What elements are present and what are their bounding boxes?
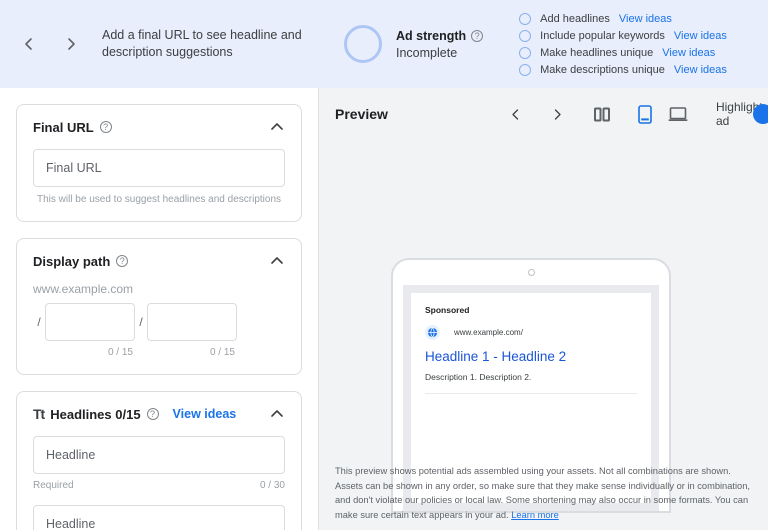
preview-title: Preview — [335, 106, 388, 122]
text-format-icon: Tt — [33, 406, 45, 422]
view-ideas-link[interactable]: View ideas — [619, 13, 672, 25]
preview-next-button[interactable] — [548, 104, 568, 124]
previous-arrow-button[interactable] — [18, 33, 40, 55]
final-url-title: Final URL — [33, 119, 94, 135]
display-path-1-input[interactable] — [45, 303, 135, 341]
desktop-device-icon[interactable] — [668, 103, 688, 125]
final-url-input[interactable]: Final URL — [33, 149, 285, 187]
camera-dot-icon — [527, 269, 535, 276]
header-message: Add a final URL to see headline and desc… — [102, 28, 302, 59]
suggestion-label: Make descriptions unique — [540, 63, 665, 76]
ad-display-url: www.example.com/ — [454, 328, 523, 337]
view-ideas-link[interactable]: View ideas — [674, 64, 727, 76]
display-path-1-counter: 0 / 15 — [107, 347, 133, 358]
suggestion-item: Make headlines unique View ideas — [519, 46, 727, 59]
circle-icon — [519, 63, 532, 76]
headlines-card: Tt Headlines 0/15 ? View ideas Headline … — [16, 391, 302, 530]
ad-strength-section: Ad strength ? Incomplete — [344, 25, 484, 63]
suggestion-item: Make descriptions unique View ideas — [519, 63, 727, 76]
suggestion-item: Add headlines View ideas — [519, 12, 727, 25]
headlines-title: Headlines 0/15 — [50, 406, 141, 422]
view-ideas-link[interactable]: View ideas — [662, 47, 715, 59]
ad-description: Description 1. Description 2. — [425, 372, 532, 382]
display-path-2-input[interactable] — [147, 303, 237, 341]
toggle-knob — [752, 104, 768, 124]
suggestion-label: Make headlines unique — [540, 46, 654, 59]
suggestion-label: Add headlines — [540, 12, 610, 25]
ad-editor-panel: Final URL ? Final URL This will be used … — [0, 88, 318, 530]
collapse-chevron-up-icon[interactable] — [269, 406, 285, 422]
headline-input-2[interactable]: Headline — [33, 505, 285, 530]
circle-icon — [519, 12, 532, 25]
display-path-2-counter: 0 / 15 — [209, 347, 235, 358]
path-slash: / — [37, 315, 41, 329]
suggestion-label: Include popular keywords — [540, 29, 665, 42]
help-icon[interactable]: ? — [146, 408, 159, 420]
display-path-card: Display path ? www.example.com / 0 / 15 … — [16, 238, 302, 375]
header-navigation — [18, 33, 82, 55]
next-arrow-button[interactable] — [60, 33, 82, 55]
help-icon[interactable]: ? — [471, 29, 484, 42]
ad-headline[interactable]: Headline 1 - Headline 2 — [425, 349, 637, 364]
ad-strength-title: Ad strength — [396, 28, 467, 43]
display-domain: www.example.com — [33, 282, 134, 296]
preview-panel: Preview Highlight ad Sponsored www.examp… — [318, 88, 768, 530]
preview-previous-button[interactable] — [506, 104, 526, 124]
headlines-view-ideas-link[interactable]: View ideas — [173, 407, 237, 421]
final-url-hint: This will be used to suggest headlines a… — [36, 194, 282, 205]
circle-icon — [519, 46, 532, 59]
headline-1-counter: 0 / 30 — [259, 480, 285, 491]
ad-strength-ring-icon — [344, 25, 382, 63]
display-path-title: Display path — [33, 253, 111, 269]
headline-1-required: Required — [33, 480, 74, 491]
preview-disclaimer: This preview shows potential ads assembl… — [335, 464, 759, 530]
collapse-chevron-up-icon[interactable] — [269, 253, 285, 269]
help-icon[interactable]: ? — [99, 121, 112, 133]
final-url-card: Final URL ? Final URL This will be used … — [16, 104, 302, 222]
learn-more-link[interactable]: Learn more — [511, 510, 559, 520]
view-ideas-link[interactable]: View ideas — [674, 30, 727, 42]
top-header-bar: Add a final URL to see headline and desc… — [0, 0, 768, 88]
circle-icon — [519, 29, 532, 42]
suggestion-item: Include popular keywords View ideas — [519, 29, 727, 42]
globe-favicon-icon — [425, 325, 440, 340]
ad-card-divider — [425, 393, 637, 394]
help-icon[interactable]: ? — [116, 255, 129, 267]
sponsored-label: Sponsored — [425, 305, 470, 315]
path-slash: / — [139, 315, 143, 329]
preview-toolbar: Preview Highlight ad — [319, 88, 768, 140]
mobile-device-icon[interactable] — [638, 103, 652, 125]
suggestions-list: Add headlines View ideas Include popular… — [519, 12, 727, 76]
split-view-icon[interactable] — [593, 104, 610, 124]
ad-strength-status: Incomplete — [396, 45, 458, 60]
collapse-chevron-up-icon[interactable] — [269, 119, 285, 135]
headline-input-1[interactable]: Headline — [33, 436, 285, 474]
